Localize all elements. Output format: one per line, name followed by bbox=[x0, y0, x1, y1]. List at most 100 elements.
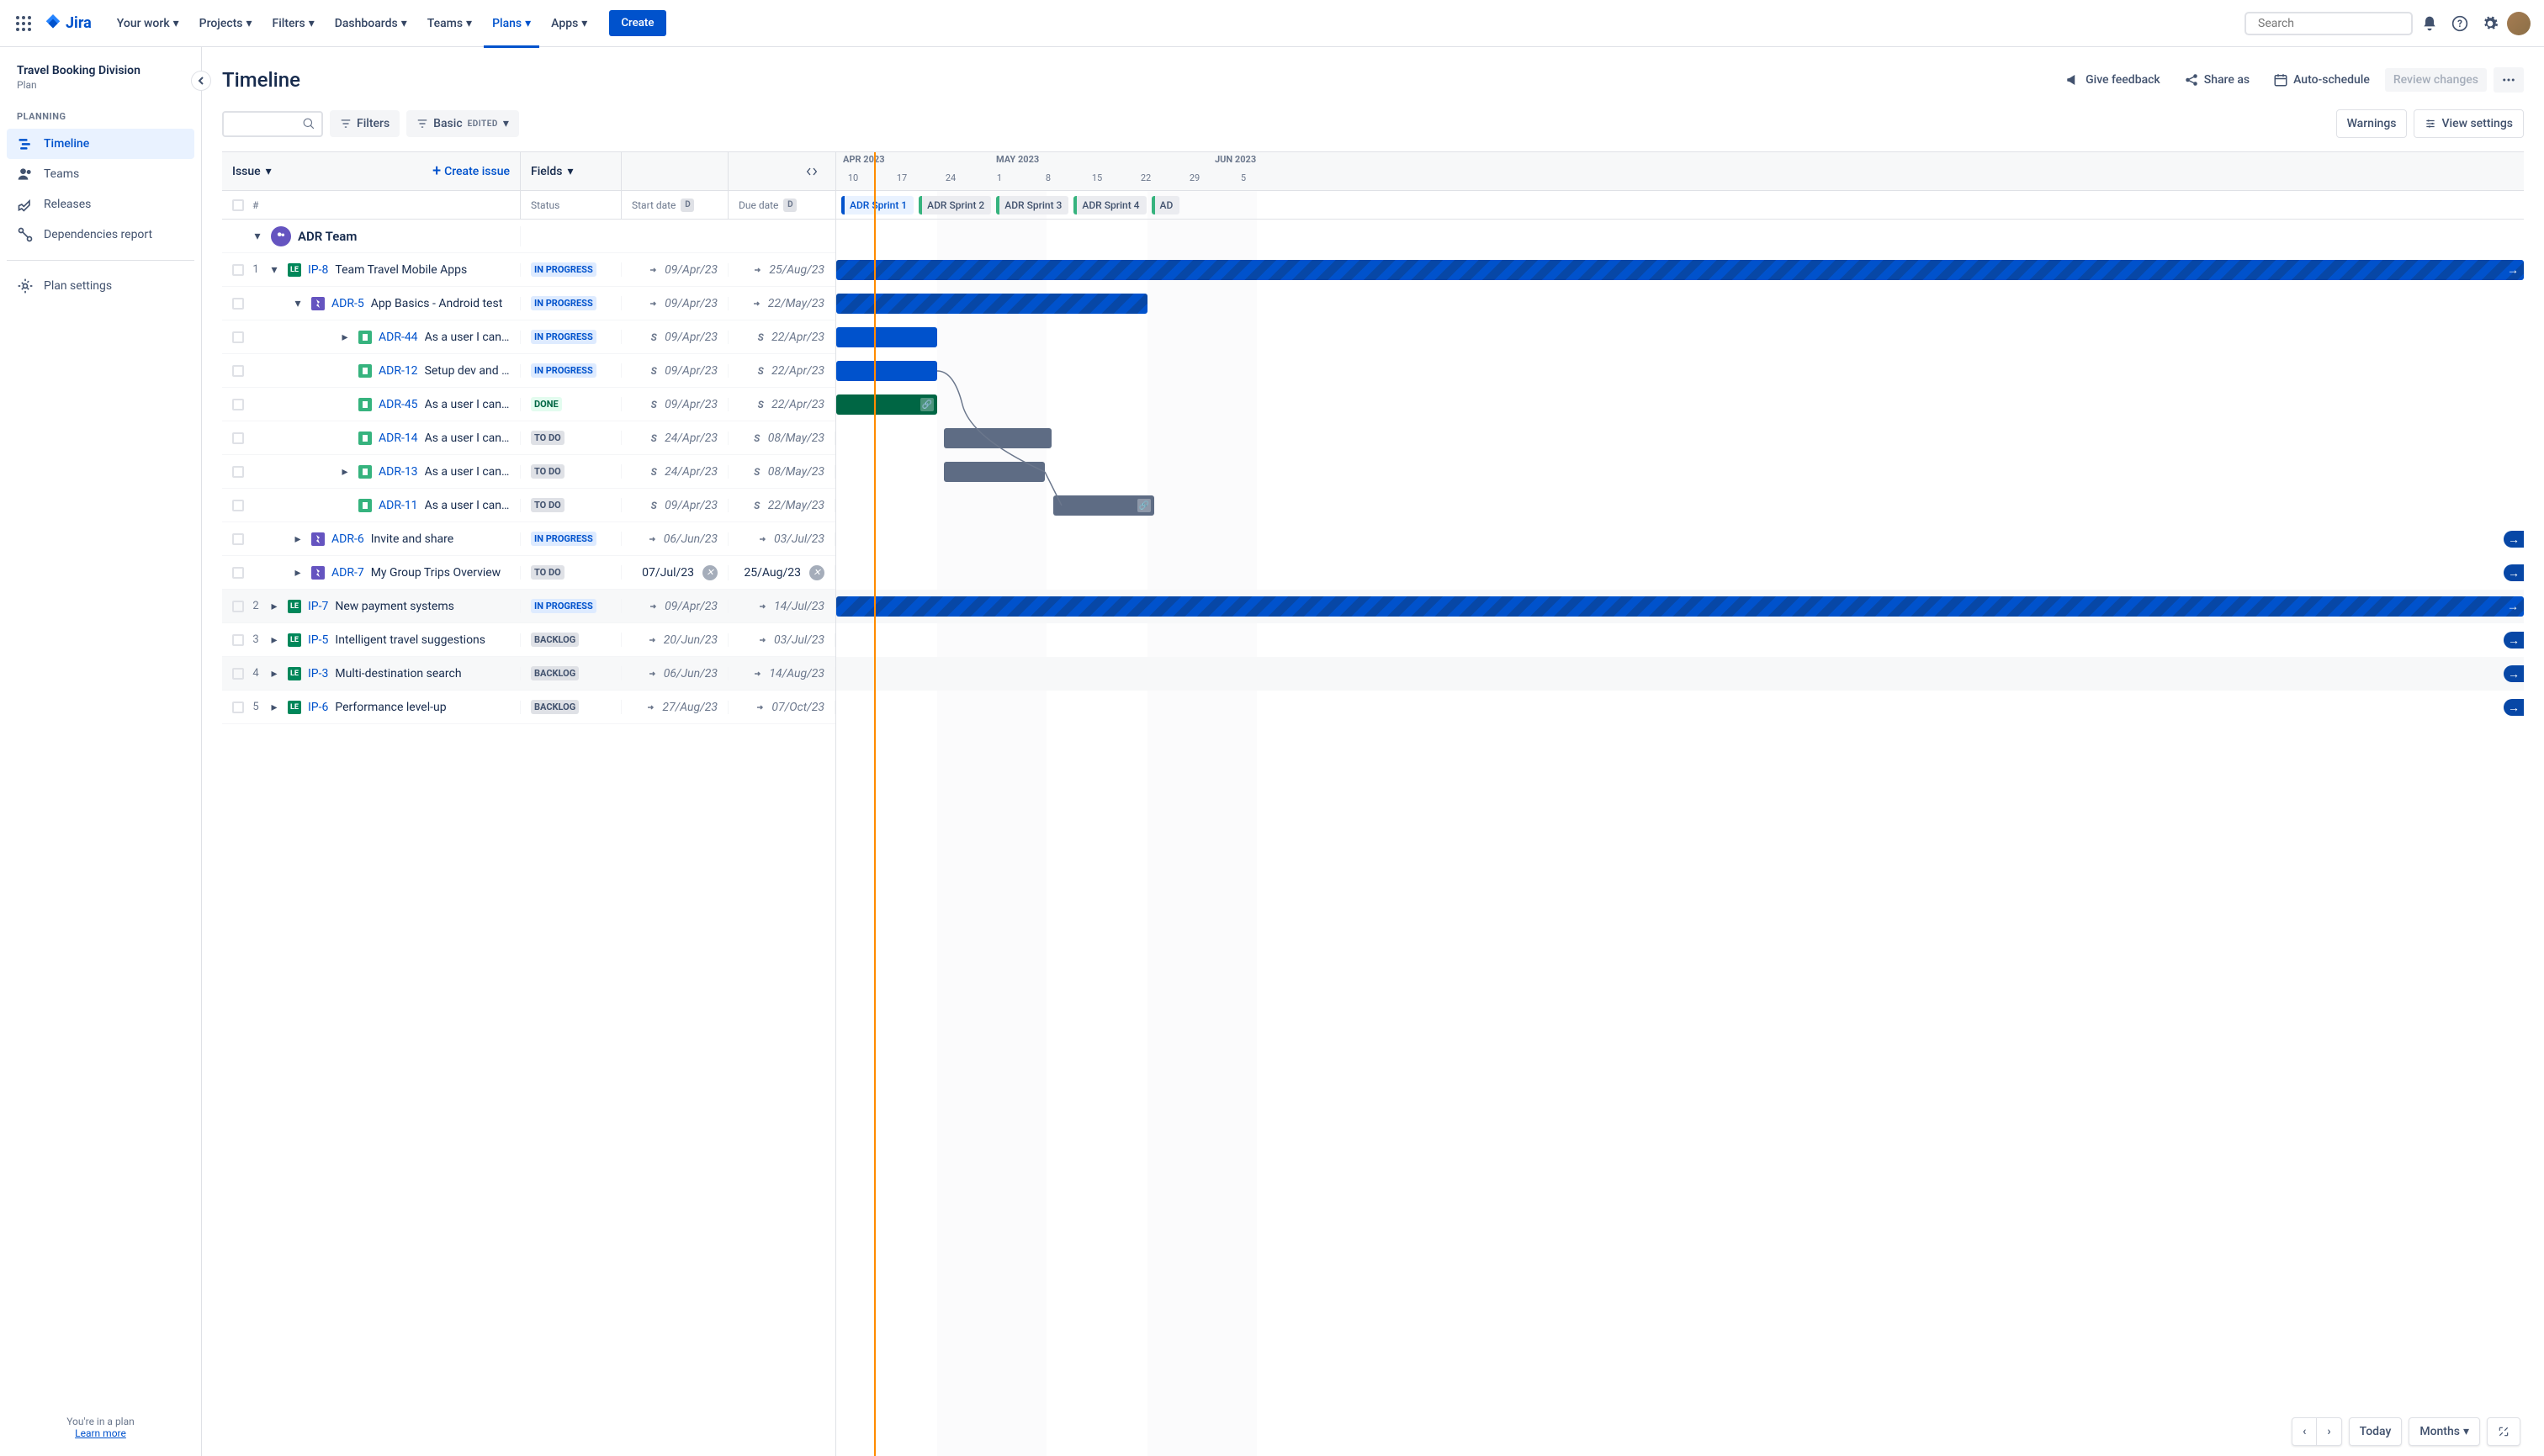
issue-row[interactable]: ▸ ADR-13 As a user I can log i… TO DO S2… bbox=[222, 455, 835, 489]
issue-key-link[interactable]: IP-5 bbox=[308, 633, 328, 647]
sidebar-item-plan-settings[interactable]: Plan settings bbox=[7, 271, 194, 301]
start-date-cell[interactable]: S24/Apr/23 bbox=[622, 432, 729, 445]
issue-key-link[interactable]: ADR-7 bbox=[331, 566, 364, 580]
sprint-pill[interactable]: AD bbox=[1152, 196, 1180, 214]
offscreen-bar-icon[interactable]: → bbox=[2504, 531, 2524, 548]
sprint-pill[interactable]: ADR Sprint 4 bbox=[1073, 196, 1146, 214]
nav-filters[interactable]: Filters▾ bbox=[264, 10, 323, 37]
due-date-cell[interactable]: 25/Aug/23✕ bbox=[729, 565, 835, 580]
due-date-cell[interactable]: S08/May/23 bbox=[729, 465, 835, 479]
due-date-cell[interactable]: 03/Jul/23 bbox=[729, 633, 835, 647]
learn-more-link[interactable]: Learn more bbox=[75, 1427, 126, 1439]
start-date-cell[interactable]: S09/Apr/23 bbox=[622, 499, 729, 512]
row-checkbox[interactable] bbox=[232, 298, 244, 310]
search-box[interactable] bbox=[2245, 12, 2413, 35]
due-date-cell[interactable]: S22/Apr/23 bbox=[729, 364, 835, 378]
sidebar-item-timeline[interactable]: Timeline bbox=[7, 129, 194, 159]
row-checkbox[interactable] bbox=[232, 668, 244, 680]
clear-date-icon[interactable]: ✕ bbox=[809, 565, 824, 580]
share-as-button[interactable]: Share as bbox=[2176, 67, 2258, 93]
nav-dashboards[interactable]: Dashboards▾ bbox=[326, 10, 416, 37]
nav-plans[interactable]: Plans▾ bbox=[484, 10, 539, 37]
due-date-cell[interactable]: S08/May/23 bbox=[729, 432, 835, 445]
row-checkbox[interactable] bbox=[232, 432, 244, 444]
offscreen-bar-icon[interactable]: → bbox=[2504, 665, 2524, 682]
offscreen-bar-icon[interactable]: → bbox=[2504, 564, 2524, 581]
range-selector[interactable]: Months ▾ bbox=[2409, 1418, 2479, 1445]
nav-teams[interactable]: Teams▾ bbox=[419, 10, 480, 37]
issue-row[interactable]: 3 ▸ LE IP-5 Intelligent travel suggestio… bbox=[222, 623, 835, 657]
more-actions-button[interactable] bbox=[2494, 67, 2524, 93]
start-date-cell[interactable]: S24/Apr/23 bbox=[622, 465, 729, 479]
nav-your-work[interactable]: Your work▾ bbox=[109, 10, 188, 37]
gantt-bar[interactable] bbox=[944, 462, 1045, 482]
gantt-bar[interactable] bbox=[836, 361, 937, 381]
issue-key-link[interactable]: IP-3 bbox=[308, 667, 328, 680]
gantt-bar[interactable] bbox=[836, 294, 1147, 314]
issue-key-link[interactable]: ADR-13 bbox=[379, 465, 418, 479]
user-avatar[interactable] bbox=[2507, 12, 2531, 35]
due-date-cell[interactable]: 14/Jul/23 bbox=[729, 600, 835, 613]
filters-button[interactable]: Filters bbox=[330, 110, 400, 137]
basic-filter-button[interactable]: Basic EDITED ▾ bbox=[406, 110, 519, 137]
start-date-cell[interactable]: 27/Aug/23 bbox=[622, 701, 729, 714]
due-date-cell[interactable]: 25/Aug/23 bbox=[729, 263, 835, 277]
start-date-cell[interactable]: S09/Apr/23 bbox=[622, 364, 729, 378]
expand-row-icon[interactable]: ▸ bbox=[268, 667, 281, 680]
issue-row[interactable]: ▸ ADR-44 As a user I can up… IN PROGRESS… bbox=[222, 320, 835, 354]
timeline-chart[interactable]: APR 2023 MAY 2023 JUN 2023 10 17 24 1 8 … bbox=[836, 152, 2524, 1456]
expand-row-icon[interactable]: ▸ bbox=[291, 566, 305, 580]
start-date-cell[interactable]: 09/Apr/23 bbox=[622, 600, 729, 613]
give-feedback-button[interactable]: Give feedback bbox=[2057, 67, 2169, 93]
expand-row-icon[interactable]: ▸ bbox=[268, 701, 281, 714]
due-date-cell[interactable]: S22/Apr/23 bbox=[729, 398, 835, 411]
gantt-bar[interactable] bbox=[944, 428, 1052, 448]
auto-schedule-button[interactable]: Auto-schedule bbox=[2265, 67, 2378, 93]
gantt-bar[interactable] bbox=[836, 327, 937, 347]
fullscreen-button[interactable] bbox=[2488, 1419, 2520, 1444]
row-checkbox[interactable] bbox=[232, 601, 244, 612]
expand-row-icon[interactable]: ▸ bbox=[338, 465, 352, 479]
due-date-cell[interactable]: 07/Oct/23 bbox=[729, 701, 835, 714]
gantt-bar[interactable]: 🔗 bbox=[836, 394, 937, 415]
expand-row-icon[interactable]: ▸ bbox=[338, 331, 352, 344]
issue-key-link[interactable]: ADR-44 bbox=[379, 331, 418, 344]
sidebar-item-teams[interactable]: Teams bbox=[7, 159, 194, 189]
expand-row-icon[interactable]: ▾ bbox=[268, 263, 281, 277]
issue-key-link[interactable]: ADR-12 bbox=[379, 364, 418, 378]
issue-key-link[interactable]: ADR-11 bbox=[379, 499, 418, 512]
row-checkbox[interactable] bbox=[232, 500, 244, 511]
issue-key-link[interactable]: ADR-45 bbox=[379, 398, 418, 411]
nav-apps[interactable]: Apps▾ bbox=[543, 10, 596, 37]
sprint-pill[interactable]: ADR Sprint 3 bbox=[996, 196, 1068, 214]
filter-search-input[interactable] bbox=[231, 118, 303, 130]
fields-column-dropdown[interactable]: Fields▾ bbox=[521, 152, 622, 190]
row-checkbox[interactable] bbox=[232, 399, 244, 410]
sidebar-item-releases[interactable]: Releases bbox=[7, 189, 194, 220]
row-checkbox[interactable] bbox=[232, 466, 244, 478]
offscreen-bar-icon[interactable]: → bbox=[2504, 632, 2524, 649]
today-button[interactable]: Today bbox=[2350, 1418, 2402, 1445]
jira-logo[interactable]: Jira bbox=[44, 14, 92, 33]
row-checkbox[interactable] bbox=[232, 702, 244, 713]
issue-key-link[interactable]: ADR-5 bbox=[331, 297, 364, 310]
offscreen-bar-icon[interactable]: → bbox=[2504, 699, 2524, 716]
issue-key-link[interactable]: ADR-14 bbox=[379, 432, 418, 445]
expand-row-icon[interactable]: ▸ bbox=[291, 532, 305, 546]
filter-search[interactable] bbox=[222, 111, 323, 137]
due-date-cell[interactable]: S22/May/23 bbox=[729, 499, 835, 512]
issue-row[interactable]: ADR-12 Setup dev and and … IN PROGRESS S… bbox=[222, 354, 835, 388]
issue-key-link[interactable]: IP-8 bbox=[308, 263, 328, 277]
issue-key-link[interactable]: IP-7 bbox=[308, 600, 328, 613]
issue-row[interactable]: ADR-45 As a user I can ena… DONE S09/Apr… bbox=[222, 388, 835, 421]
due-date-cell[interactable]: 14/Aug/23 bbox=[729, 667, 835, 680]
issue-row[interactable]: 2 ▸ LE IP-7 New payment systems IN PROGR… bbox=[222, 590, 835, 623]
sidebar-item-dependencies[interactable]: Dependencies report bbox=[7, 220, 194, 250]
start-date-cell[interactable]: S09/Apr/23 bbox=[622, 331, 729, 344]
help-icon[interactable]: ? bbox=[2446, 10, 2473, 37]
issue-row[interactable]: 5 ▸ LE IP-6 Performance level-up BACKLOG… bbox=[222, 691, 835, 724]
start-date-cell[interactable]: 09/Apr/23 bbox=[622, 263, 729, 277]
sprint-pill[interactable]: ADR Sprint 2 bbox=[919, 196, 991, 214]
row-checkbox[interactable] bbox=[232, 331, 244, 343]
due-date-cell[interactable]: S22/Apr/23 bbox=[729, 331, 835, 344]
